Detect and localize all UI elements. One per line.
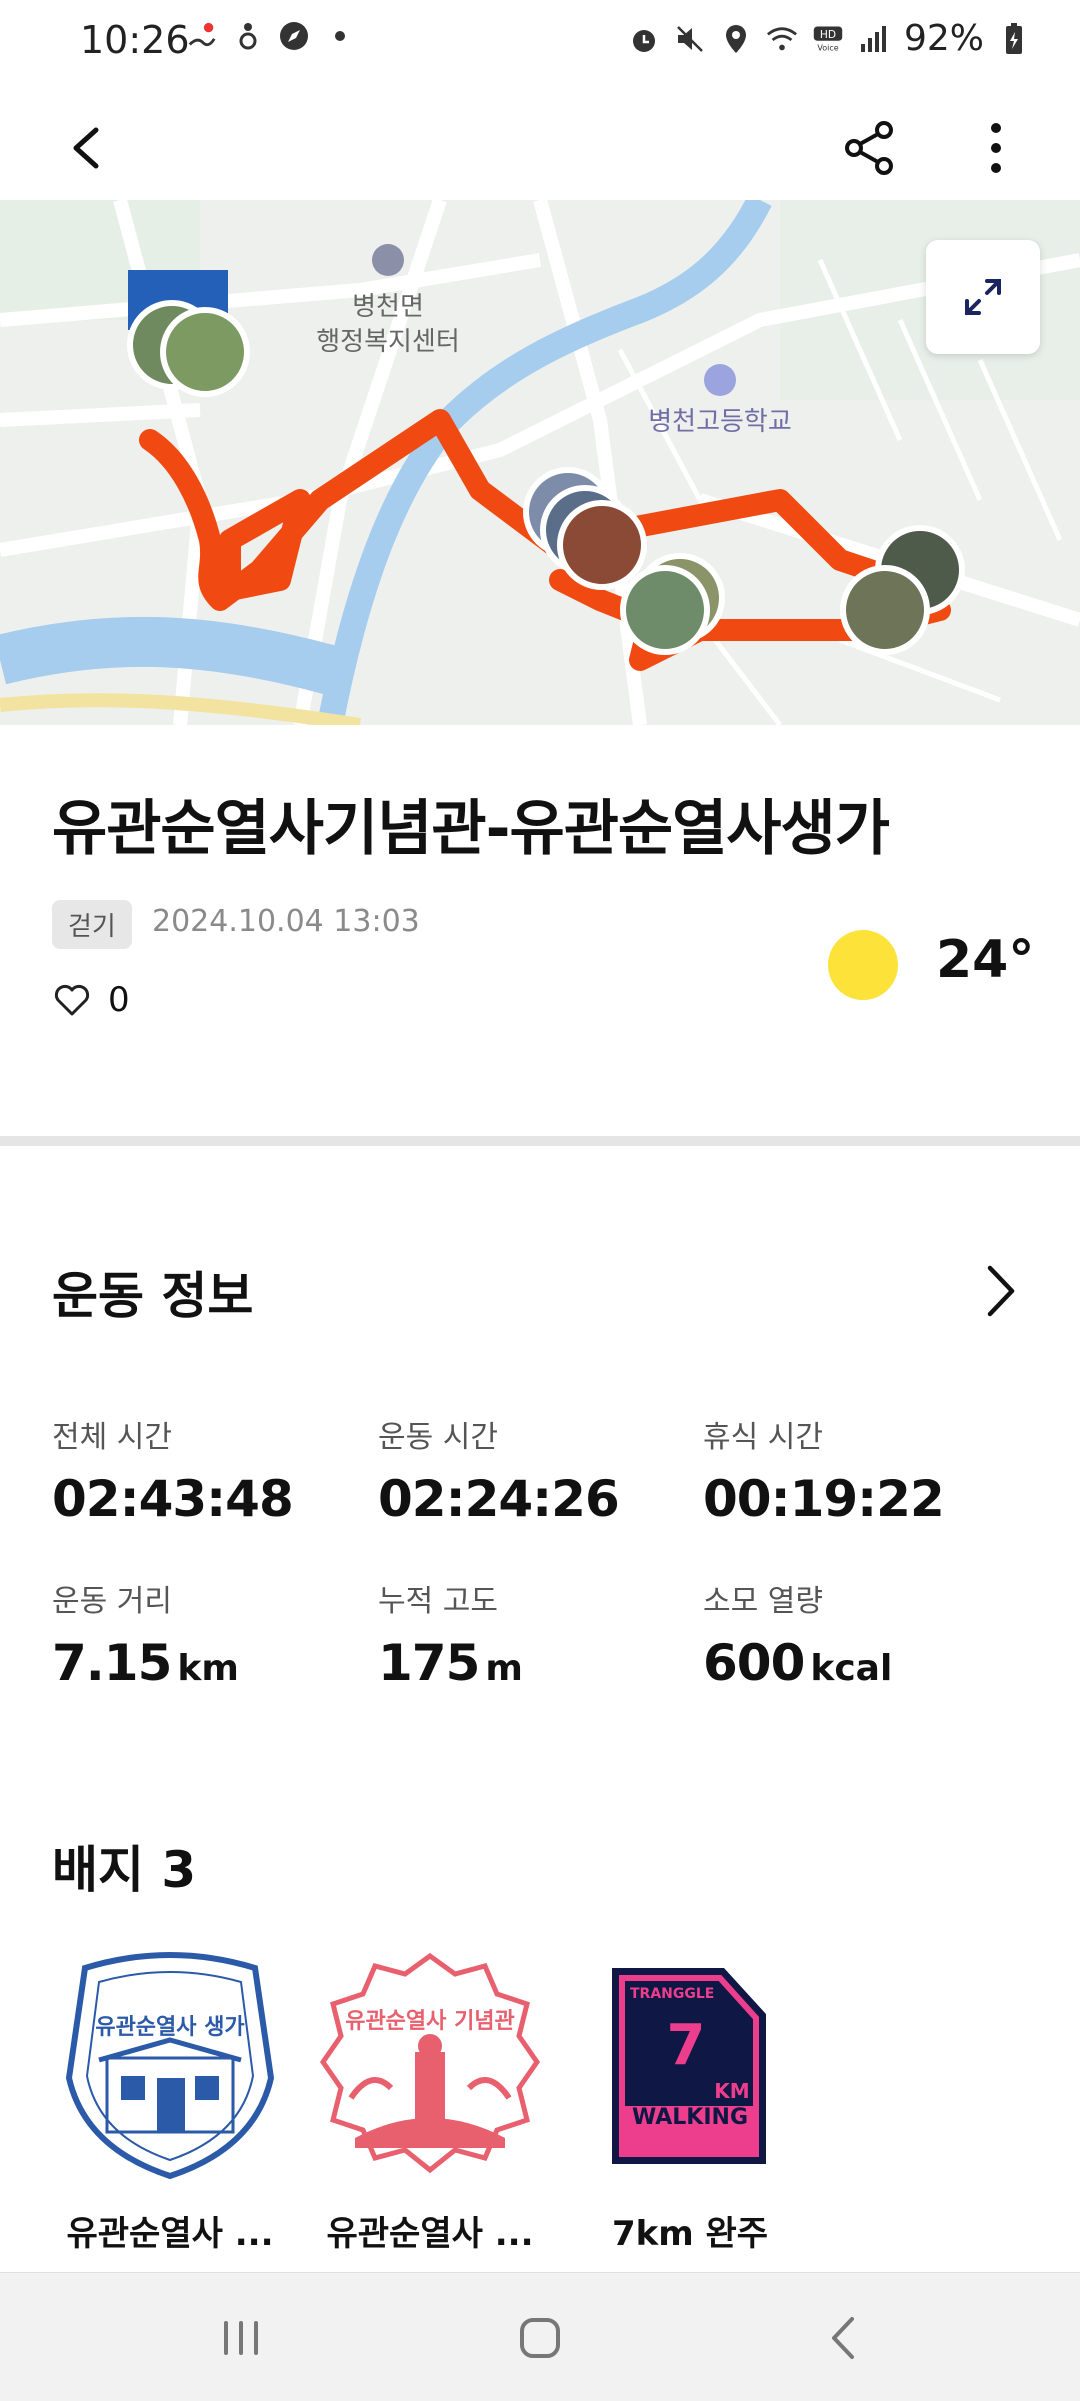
signal-icon xyxy=(858,23,890,55)
badge-stamp-text: 유관순열사 기념관 xyxy=(345,2009,515,2034)
location-icon xyxy=(720,23,752,55)
system-back-icon xyxy=(832,2317,854,2359)
stat-value: 00:19:22 xyxy=(703,1470,945,1528)
system-navigation-bar xyxy=(0,2272,1080,2401)
app-notification-icon xyxy=(232,20,264,52)
expand-map-button[interactable] xyxy=(926,240,1040,354)
home-button[interactable] xyxy=(505,2303,575,2373)
expand-icon xyxy=(965,279,1001,315)
map-label-1: 병천면 xyxy=(352,292,424,322)
stat-value: 02:24:26 xyxy=(378,1470,620,1528)
stat-value: 600 xyxy=(703,1634,805,1692)
stat-label: 운동 시간 xyxy=(378,1420,498,1455)
stat-exercise-time: 운동 시간 02:24:26 xyxy=(378,1412,620,1528)
status-bar: 10:26 HD Voice 92% xyxy=(0,0,1080,88)
sun-weather-icon xyxy=(828,930,898,1000)
activity-type-tag: 걷기 xyxy=(52,900,132,949)
badge-number: 7 xyxy=(667,2013,706,2078)
map-label-3: 병천고등학교 xyxy=(648,407,792,437)
like-count: 0 xyxy=(108,980,130,1020)
badge-label: 유관순열사 ... xyxy=(66,2214,274,2254)
stat-total-time: 전체 시간 02:43:48 xyxy=(52,1412,294,1528)
status-time: 10:26 xyxy=(80,18,190,62)
stat-label: 전체 시간 xyxy=(52,1420,172,1455)
status-right-icons: HD Voice 92% xyxy=(628,18,1030,59)
exercise-info-heading: 운동 정보 xyxy=(52,1267,254,1325)
badge-unit: KM xyxy=(714,2079,749,2103)
badge-memorial[interactable]: 유관순열사 기념관 xyxy=(315,1948,545,2188)
stat-label: 운동 거리 xyxy=(52,1584,172,1619)
recent-apps-button[interactable] xyxy=(206,2303,276,2373)
battery-charging-icon xyxy=(998,22,1030,55)
dot-icon xyxy=(324,20,356,52)
top-bar xyxy=(0,88,1080,200)
stat-value: 02:43:48 xyxy=(52,1470,294,1528)
back-button[interactable] xyxy=(52,108,132,188)
alarm-icon xyxy=(628,23,660,55)
share-button[interactable] xyxy=(830,108,910,188)
stat-label: 소모 열량 xyxy=(703,1584,823,1619)
more-vertical-icon xyxy=(991,123,1001,173)
temperature: 24° xyxy=(936,930,1035,990)
chevron-right-icon xyxy=(987,1265,1015,1317)
recent-apps-icon xyxy=(224,2321,258,2355)
badges-heading: 배지 3 xyxy=(52,1841,197,1899)
battery-percent: 92% xyxy=(903,18,984,59)
share-icon xyxy=(845,121,893,175)
system-back-button[interactable] xyxy=(810,2303,880,2373)
location-route-icon xyxy=(186,20,218,52)
stat-unit: m xyxy=(485,1648,523,1689)
back-arrow-icon xyxy=(73,127,99,169)
stat-label: 누적 고도 xyxy=(378,1584,498,1619)
badge-7km[interactable]: TRANGGLE 7 KM WALKING xyxy=(604,1960,774,2172)
activity-title: 유관순열사기념관-유관순열사생가 xyxy=(52,794,890,864)
svg-text:Voice: Voice xyxy=(817,43,838,52)
badge-label: 7km 완주 xyxy=(611,2214,769,2254)
more-options-button[interactable] xyxy=(956,108,1036,188)
mute-icon xyxy=(674,23,706,55)
wifi-icon xyxy=(766,23,798,55)
activity-datetime: 2024.10.04 13:03 xyxy=(152,904,420,939)
status-left-icons xyxy=(186,20,356,52)
like-button[interactable]: 0 xyxy=(52,980,130,1020)
home-icon xyxy=(520,2318,560,2358)
stat-value: 175 xyxy=(378,1634,480,1692)
map-label-2: 행정복지센터 xyxy=(316,327,460,357)
compass-icon xyxy=(278,20,310,52)
badge-stamp-text: 유관순열사 생가 xyxy=(95,2015,244,2040)
walking-7km-badge-icon: TRANGGLE 7 KM WALKING xyxy=(612,1968,766,2164)
section-divider xyxy=(0,1136,1080,1146)
svg-text:HD: HD xyxy=(820,28,836,41)
badge-stamp-text: WALKING xyxy=(632,2105,748,2130)
stat-rest-time: 휴식 시간 00:19:22 xyxy=(703,1412,945,1528)
hd-voice-icon: HD Voice xyxy=(812,23,844,55)
birthplace-stamp-icon: 유관순열사 생가 xyxy=(65,1952,275,2180)
route-map[interactable]: 병천면 행정복지센터 병천고등학교 xyxy=(0,200,1080,725)
exercise-info-detail-button[interactable] xyxy=(970,1256,1030,1326)
stat-unit: km xyxy=(177,1648,239,1689)
badge-brand: TRANGGLE xyxy=(630,1986,714,2002)
memorial-stamp-icon: 유관순열사 기념관 xyxy=(319,1952,541,2174)
stat-unit: kcal xyxy=(810,1648,893,1689)
heart-icon xyxy=(54,984,90,1016)
map-canvas: 병천면 행정복지센터 병천고등학교 xyxy=(0,200,1080,725)
stat-elevation: 누적 고도 175 m xyxy=(378,1576,523,1692)
stat-value: 7.15 xyxy=(52,1634,172,1692)
stat-calories: 소모 열량 600 kcal xyxy=(703,1576,892,1692)
stat-label: 휴식 시간 xyxy=(703,1420,823,1455)
badge-label: 유관순열사 ... xyxy=(326,2214,534,2254)
stat-distance: 운동 거리 7.15 km xyxy=(52,1576,239,1692)
badge-birthplace[interactable]: 유관순열사 생가 xyxy=(55,1948,285,2188)
